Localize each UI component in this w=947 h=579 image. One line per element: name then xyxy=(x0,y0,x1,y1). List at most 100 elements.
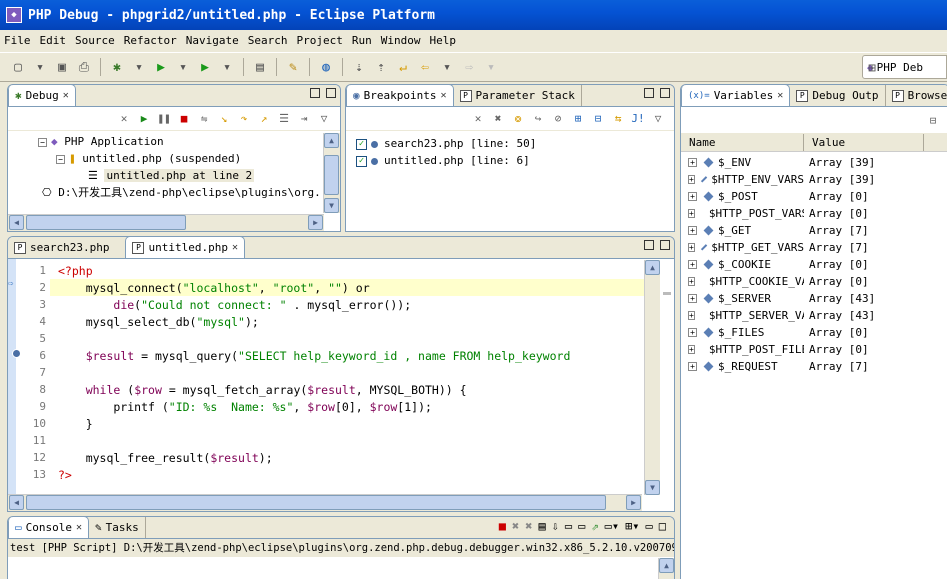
menu-refactor[interactable]: Refactor xyxy=(124,34,177,47)
collapse-all-icon[interactable]: ⊟ xyxy=(925,112,941,128)
menu-source[interactable]: Source xyxy=(75,34,115,47)
open-type-icon[interactable]: ▤ xyxy=(250,57,270,77)
menu-run[interactable]: Run xyxy=(352,34,372,47)
tab-debug[interactable]: ✱ Debug ✕ xyxy=(8,85,76,106)
suspend-icon[interactable]: ❚❚ xyxy=(156,111,172,127)
breakpoint-item[interactable]: ✓ search23.php [line: 50] xyxy=(356,135,536,152)
tree-item[interactable]: ⎔ D:\开发工具\zend-php\eclipse\plugins\org.: xyxy=(8,184,340,201)
dropdown-icon[interactable]: ▾ xyxy=(30,57,50,77)
open-console-icon[interactable]: ⊞▾ xyxy=(625,519,639,533)
expand-icon[interactable]: + xyxy=(688,158,697,167)
skip-all-icon[interactable]: ⊘ xyxy=(550,111,566,127)
variable-row[interactable]: + $HTTP_ENV_VARS Array [39] xyxy=(681,171,947,188)
menu-file[interactable]: File xyxy=(4,34,31,47)
close-icon[interactable]: ✕ xyxy=(232,242,238,253)
collapse-all-icon[interactable]: ⊟ xyxy=(590,111,606,127)
back-icon[interactable]: ⇦ xyxy=(415,57,435,77)
show-stderr-icon[interactable]: ▭ xyxy=(578,519,585,533)
dropdown-icon[interactable]: ▾ xyxy=(173,57,193,77)
variable-row[interactable]: + $HTTP_GET_VARS Array [7] xyxy=(681,239,947,256)
variable-row[interactable]: + $HTTP_COOKIE_VARS Array [0] xyxy=(681,273,947,290)
variable-row[interactable]: + $_SERVER Array [43] xyxy=(681,290,947,307)
expand-icon[interactable]: + xyxy=(688,243,695,252)
breakpoint-marker-icon[interactable] xyxy=(12,349,21,358)
step-into-icon[interactable]: ↘ xyxy=(216,111,232,127)
vertical-scrollbar[interactable]: ▲ ▼ xyxy=(644,260,660,495)
menu-project[interactable]: Project xyxy=(296,34,342,47)
tab-browser-output[interactable]: P Browser xyxy=(886,85,947,106)
tab-debug-output[interactable]: P Debug Outp xyxy=(790,85,886,106)
tab-parameter-stack[interactable]: P Parameter Stack xyxy=(454,85,582,106)
menu-window[interactable]: Window xyxy=(381,34,421,47)
close-icon[interactable]: ✕ xyxy=(63,90,69,101)
display-console-icon[interactable]: ▭▾ xyxy=(605,519,619,533)
resume-icon[interactable]: ▶ xyxy=(136,111,152,127)
expand-icon[interactable]: + xyxy=(688,362,697,371)
step-over-icon[interactable]: ↷ xyxy=(236,111,252,127)
clear-console-icon[interactable]: ▤ xyxy=(538,519,545,533)
remove-all-icon[interactable]: ✖ xyxy=(490,111,506,127)
minimize-icon[interactable] xyxy=(310,88,320,98)
last-edit-icon[interactable]: ↵ xyxy=(393,57,413,77)
variable-row[interactable]: + $HTTP_POST_VARS Array [0] xyxy=(681,205,947,222)
variable-row[interactable]: + $_FILES Array [0] xyxy=(681,324,947,341)
tab-breakpoints[interactable]: ◉ Breakpoints ✕ xyxy=(346,85,454,106)
expand-icon[interactable]: + xyxy=(688,345,695,354)
save-icon[interactable]: ▣ xyxy=(52,57,72,77)
tab-console[interactable]: ▭ Console ✕ xyxy=(8,517,90,538)
menu-help[interactable]: Help xyxy=(429,34,456,47)
variable-row[interactable]: + $_POST Array [0] xyxy=(681,188,947,205)
variable-row[interactable]: + $_REQUEST Array [7] xyxy=(681,358,947,375)
expand-icon[interactable]: + xyxy=(688,311,695,320)
prev-annotation-icon[interactable]: ⇡ xyxy=(371,57,391,77)
disconnect-icon[interactable]: ⇋ xyxy=(196,111,212,127)
breakpoint-item[interactable]: ✓ untitled.php [line: 6] xyxy=(356,152,536,169)
tab-variables[interactable]: (x)= Variables ✕ xyxy=(681,85,791,106)
new-icon[interactable]: ▢ xyxy=(8,57,28,77)
remove-launch-icon[interactable]: ✖ xyxy=(512,519,519,533)
close-icon[interactable]: ✕ xyxy=(440,90,446,101)
maximize-icon[interactable] xyxy=(326,88,336,98)
expand-icon[interactable]: + xyxy=(688,175,695,184)
maximize-icon[interactable] xyxy=(660,240,670,250)
dropdown-icon[interactable]: ▾ xyxy=(437,57,457,77)
menu-edit[interactable]: Edit xyxy=(40,34,67,47)
tree-item[interactable]: − ❚ untitled.php (suspended) xyxy=(8,150,340,167)
pin-console-icon[interactable]: ⇗ xyxy=(591,519,598,533)
external-tools-icon[interactable]: ▶ xyxy=(195,57,215,77)
globe-icon[interactable]: ◍ xyxy=(316,57,336,77)
checkbox-icon[interactable]: ✓ xyxy=(356,155,367,167)
go-to-file-icon[interactable]: ↪ xyxy=(530,111,546,127)
show-stdout-icon[interactable]: ▭ xyxy=(565,519,572,533)
scroll-lock-icon[interactable]: ⇩ xyxy=(552,519,559,533)
variable-row[interactable]: + $HTTP_POST_FILES Array [0] xyxy=(681,341,947,358)
checkbox-icon[interactable]: ✓ xyxy=(356,138,367,150)
step-return-icon[interactable]: ↗ xyxy=(256,111,272,127)
tab-search23[interactable]: P search23.php xyxy=(8,237,115,258)
column-name[interactable]: Name xyxy=(681,134,804,151)
remove-all-icon[interactable]: ✖ xyxy=(525,519,532,533)
view-menu-icon[interactable]: ▽ xyxy=(316,111,332,127)
wrench-icon[interactable]: ✎ xyxy=(283,57,303,77)
expand-icon[interactable]: + xyxy=(688,260,697,269)
close-icon[interactable]: ✕ xyxy=(76,522,82,533)
tree-item[interactable]: − ◆ PHP Application xyxy=(8,133,340,150)
terminate-icon[interactable]: ■ xyxy=(499,519,506,533)
tree-item-selected[interactable]: ☰ untitled.php at line 2 xyxy=(8,167,340,184)
column-value[interactable]: Value xyxy=(804,134,924,151)
expand-icon[interactable]: + xyxy=(688,328,697,337)
debug-icon[interactable]: ✱ xyxy=(107,57,127,77)
use-step-filters-icon[interactable]: ⇥ xyxy=(296,111,312,127)
horizontal-scrollbar[interactable]: ◀ ▶ xyxy=(8,494,642,511)
dropdown-icon[interactable]: ▾ xyxy=(217,57,237,77)
close-icon[interactable]: ✕ xyxy=(777,90,783,101)
variable-row[interactable]: + $_ENV Array [39] xyxy=(681,154,947,171)
minimize-icon[interactable]: ▭ xyxy=(646,519,653,533)
maximize-icon[interactable]: □ xyxy=(659,519,666,533)
tab-untitled[interactable]: P untitled.php ✕ xyxy=(125,237,245,258)
maximize-icon[interactable] xyxy=(660,88,670,98)
link-with-debug-icon[interactable]: ⇆ xyxy=(610,111,626,127)
remove-icon[interactable]: ✕ xyxy=(470,111,486,127)
expand-icon[interactable]: + xyxy=(688,226,697,235)
minimize-icon[interactable] xyxy=(644,240,654,250)
